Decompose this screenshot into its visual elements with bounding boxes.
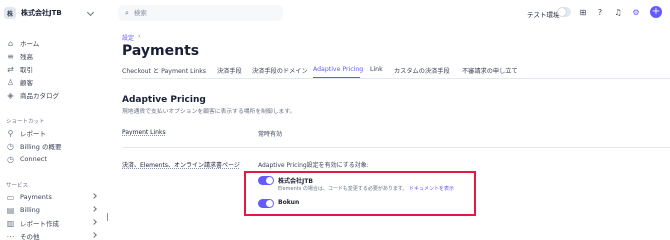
payment-links-value: 常時有効 — [258, 131, 283, 138]
sidebar-item-billing-overview[interactable]: ◷ Billing の概要 — [6, 140, 62, 152]
breadcrumb-separator: › — [138, 33, 141, 40]
sidebar-item-label: 顧客 — [20, 79, 33, 87]
payments-icon: ▭ — [6, 192, 15, 202]
apps-icon[interactable]: ⊞ — [578, 7, 588, 17]
clock-icon: ◷ — [7, 154, 14, 164]
sidebar-item-label: Billing — [20, 206, 40, 214]
test-mode-label: テスト環境 — [527, 11, 560, 19]
sidebar-item-customers[interactable]: ♙ 顧客 — [6, 76, 33, 88]
sidebar-item-label: ホーム — [20, 40, 40, 48]
toggle-jtb-note: Elements の場合は、コードも変更する必要があります。 — [278, 186, 408, 192]
sidebar-item-product-catalog[interactable]: ◈ 商品カタログ — [6, 89, 59, 101]
customers-icon: ♙ — [6, 77, 15, 87]
reports-icon: ▥ — [6, 218, 15, 228]
sidebar-item-label: 取引 — [20, 66, 33, 74]
sidebar-resize-handle[interactable] — [107, 213, 108, 221]
tab-link[interactable]: Link — [370, 66, 383, 73]
payment-links-label: Payment Links — [122, 129, 166, 136]
toggle-bokun[interactable] — [258, 199, 274, 208]
sidebar-item-label: レポート作成 — [20, 220, 59, 228]
shortcuts-heading: ショートカット — [6, 119, 45, 125]
more-icon: ⋯ — [6, 231, 15, 240]
help-icon[interactable]: ? — [595, 7, 605, 17]
settings-icon[interactable]: ⚙ — [631, 7, 641, 17]
chevron-right-icon — [91, 232, 97, 238]
chevron-right-icon — [91, 219, 97, 225]
tabs-divider — [122, 78, 670, 79]
sidebar-item-reporting[interactable]: ▥ レポート作成 — [6, 217, 97, 229]
toggle-jtb-label: 株式会社JTB — [278, 178, 313, 185]
add-icon[interactable]: + — [650, 6, 662, 18]
toggle-jtb-description: Elements の場合は、コードも変更する必要があります。 ドキュメントを表示 — [278, 185, 454, 192]
view-docs-link[interactable]: ドキュメントを表示 — [409, 186, 454, 192]
search-bar[interactable]: ⌕ — [118, 5, 283, 21]
sidebar-item-payments[interactable]: ▭ Payments — [6, 191, 97, 203]
search-input[interactable] — [133, 9, 264, 17]
toggle-bokun-label: Bokun — [278, 199, 300, 206]
sidebar-item-reports-shortcut[interactable]: ⚲ レポート — [6, 127, 46, 139]
transactions-icon: ⇄ — [7, 64, 14, 74]
test-mode-toggle[interactable] — [557, 7, 571, 17]
sidebar-item-label: レポート — [20, 130, 46, 138]
sidebar-item-transactions[interactable]: ⇄ 取引 — [6, 63, 33, 75]
tab-disputes[interactable]: 不審請求の申し立て — [462, 66, 518, 75]
sidebar-item-home[interactable]: ⌂ ホーム — [6, 37, 39, 49]
balance-icon: ≡ — [7, 51, 14, 61]
home-icon: ⌂ — [7, 38, 14, 48]
sidebar-item-label: 商品カタログ — [20, 92, 59, 100]
toggle-jtb[interactable] — [258, 176, 274, 185]
page-title: Payments — [122, 43, 200, 59]
services-heading: サービス — [6, 183, 29, 189]
tab-payment-methods[interactable]: 決済手段 — [217, 66, 242, 75]
sidebar-item-label: Payments — [20, 193, 52, 201]
notifications-icon[interactable]: ♫ — [613, 7, 623, 17]
sidebar-item-label: 残高 — [20, 53, 33, 61]
sidebar: 株 株式会社JTB ⌂ ホーム ≡ 残高 ⇄ 取引 ♙ 顧客 ◈ 商品カタログ … — [0, 0, 104, 240]
breadcrumb-settings[interactable]: 設定 — [122, 33, 134, 42]
product-catalog-icon: ◈ — [7, 90, 14, 100]
adaptive-pricing-targets-heading: Adaptive Pricing設定を有効にする対象: — [258, 162, 369, 169]
account-switcher[interactable]: 株 株式会社JTB — [4, 7, 62, 19]
search-icon: ⌕ — [125, 8, 129, 17]
billing-icon: ▤ — [6, 205, 15, 215]
chevron-right-icon — [91, 193, 97, 199]
account-name: 株式会社JTB — [21, 9, 62, 17]
sidebar-item-balance[interactable]: ≡ 残高 — [6, 50, 33, 62]
tab-payment-method-domains[interactable]: 決済手段のドメイン — [252, 66, 308, 75]
tab-adaptive-pricing[interactable]: Adaptive Pricing — [313, 66, 363, 73]
chevron-right-icon — [91, 206, 97, 212]
account-logo: 株 — [4, 7, 16, 19]
pin-icon: ⚲ — [7, 128, 14, 138]
tab-custom-payment-methods[interactable]: カスタムの決済手段 — [394, 66, 450, 75]
sidebar-item-more[interactable]: ⋯ その他 — [6, 230, 97, 240]
row-divider — [122, 147, 670, 148]
chevron-down-icon[interactable] — [86, 8, 95, 17]
sidebar-item-label: Billing の概要 — [20, 143, 62, 151]
sidebar-item-label: その他 — [20, 233, 40, 240]
checkout-elements-label: 決済、Elements、オンライン請求書ページ — [122, 162, 240, 169]
sidebar-item-connect[interactable]: ◷ Connect — [6, 153, 47, 165]
sidebar-item-label: Connect — [20, 155, 47, 163]
tab-checkout-payment-links[interactable]: Checkout と Payment Links — [122, 66, 206, 75]
clock-icon: ◷ — [7, 141, 14, 151]
section-title: Adaptive Pricing — [122, 95, 206, 105]
sidebar-item-billing[interactable]: ▤ Billing — [6, 204, 97, 216]
section-description: 現地通貨で支払いオプションを顧客に表示する場所を制御します。 — [122, 109, 296, 115]
